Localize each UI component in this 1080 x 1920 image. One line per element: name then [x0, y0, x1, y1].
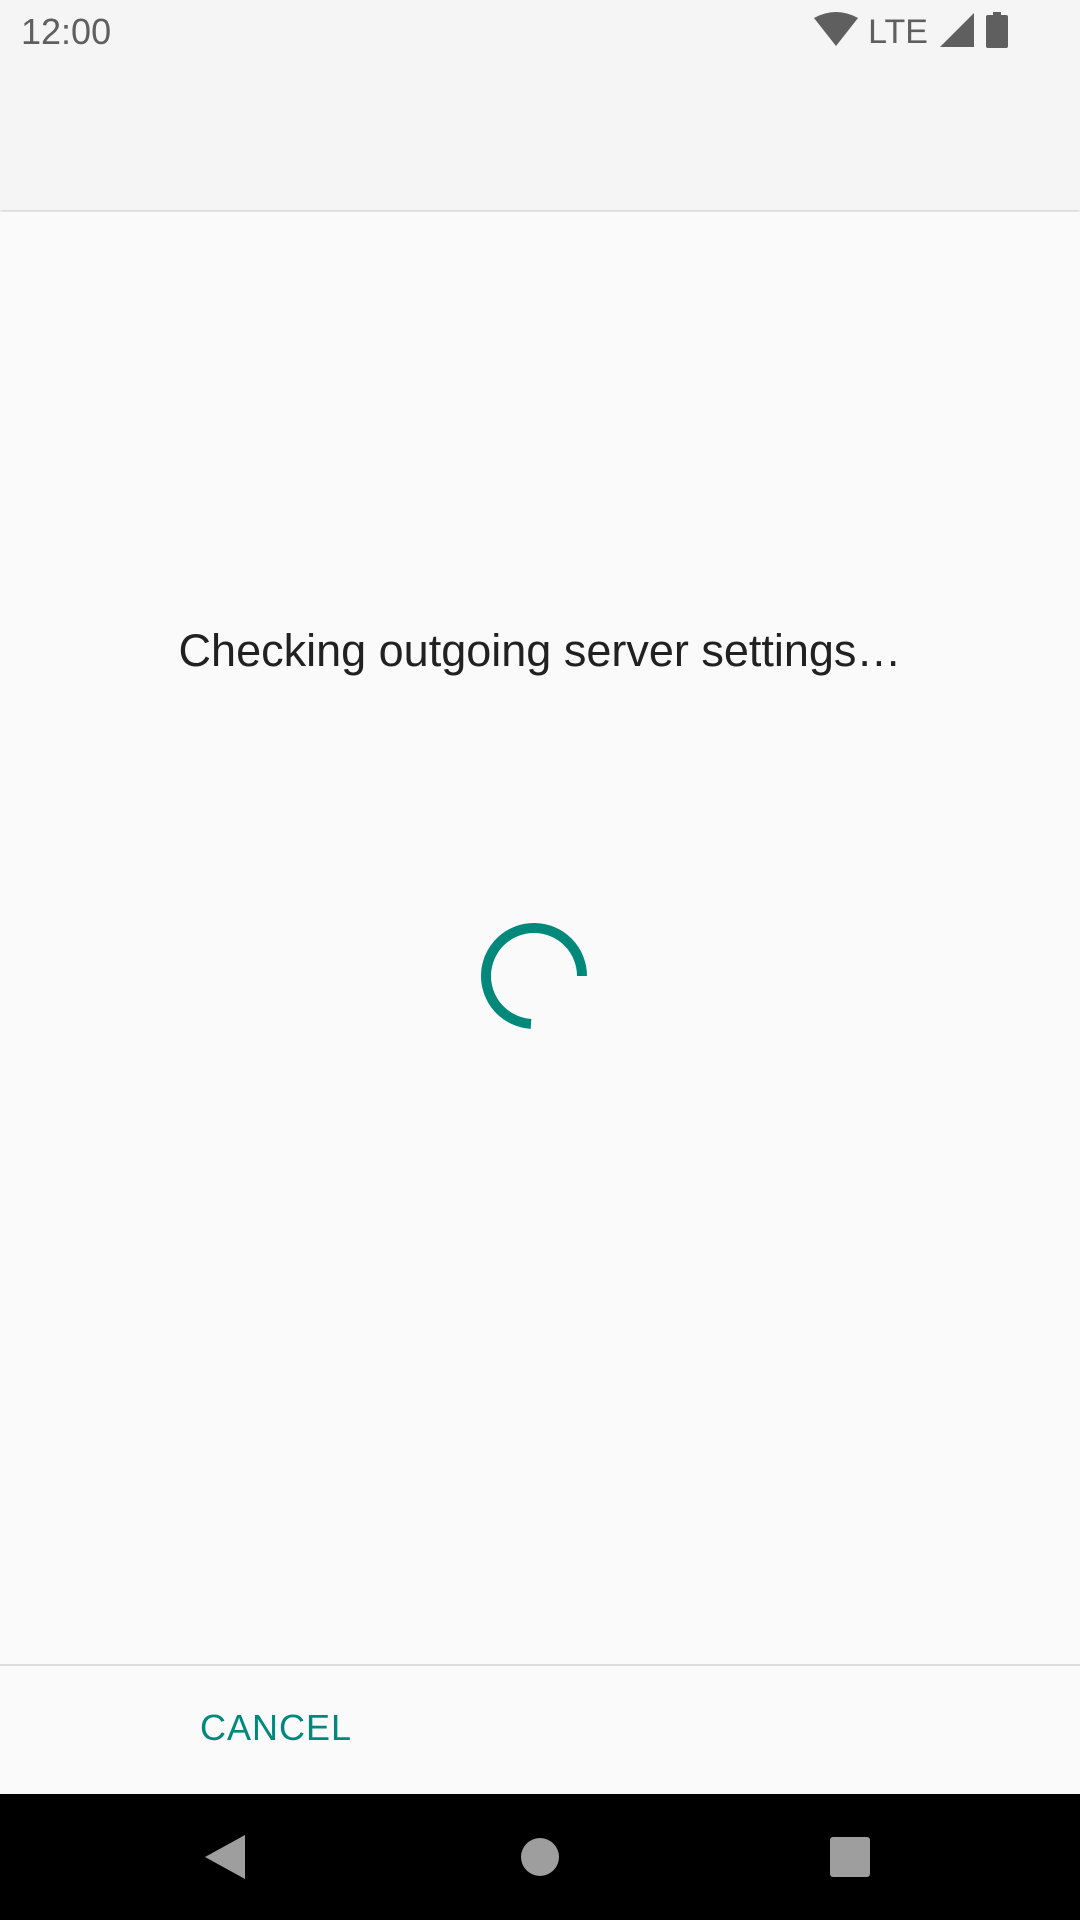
- back-icon: [205, 1835, 245, 1879]
- status-bar: 12:00 LTE: [0, 0, 1080, 63]
- wifi-icon: [814, 11, 859, 53]
- status-time: 12:00: [21, 11, 112, 52]
- back-button[interactable]: [145, 1794, 305, 1920]
- recents-icon: [830, 1837, 870, 1877]
- app-bar: [0, 63, 1080, 210]
- cancel-button[interactable]: CANCEL: [176, 1686, 376, 1770]
- home-button[interactable]: [460, 1794, 620, 1920]
- network-type-label: LTE: [868, 13, 928, 51]
- navigation-bar: [0, 1794, 1080, 1920]
- status-icons: LTE: [802, 11, 1008, 53]
- dialog-footer: CANCEL: [0, 1664, 1080, 1796]
- progress-message: Checking outgoing server settings…: [178, 625, 902, 676]
- battery-icon: [986, 11, 1008, 53]
- loading-spinner-icon: [480, 922, 588, 1030]
- signal-icon: [940, 12, 974, 52]
- recents-button[interactable]: [770, 1794, 930, 1920]
- home-icon: [521, 1838, 559, 1876]
